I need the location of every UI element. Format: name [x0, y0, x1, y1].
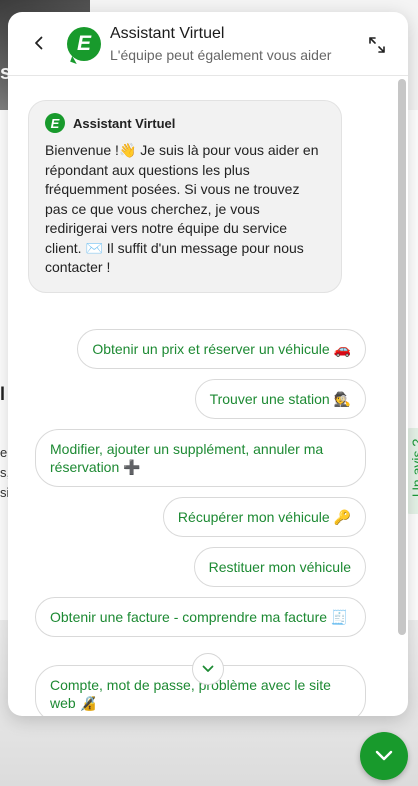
back-button[interactable] — [26, 30, 52, 56]
chat-header: E Assistant Virtuel L'équipe peut égalem… — [8, 12, 408, 76]
choice-button[interactable]: Obtenir un prix et réserver un véhicule … — [77, 329, 366, 369]
bot-avatar: E — [45, 113, 65, 133]
brand-logo-letter: E — [76, 32, 91, 55]
chat-title: Assistant Virtuel — [110, 25, 225, 42]
back-arrow-icon — [35, 36, 43, 50]
scrollbar[interactable] — [398, 79, 406, 635]
background-heading-fragment: l — [0, 384, 6, 404]
chat-toggle-button[interactable] — [360, 732, 408, 780]
chevron-down-icon — [202, 665, 214, 672]
expand-button[interactable] — [366, 34, 388, 56]
choice-button[interactable]: Récupérer mon véhicule 🔑 — [162, 497, 366, 537]
message-sender: Assistant Virtuel — [73, 115, 176, 131]
brand-logo: E — [67, 27, 101, 61]
message-header: E Assistant Virtuel — [45, 113, 325, 133]
chevron-down-icon — [375, 750, 393, 761]
choice-button[interactable]: Trouver une station 🕵️ — [194, 379, 366, 419]
choice-button[interactable]: Modifier, ajouter un supplément, annuler… — [35, 429, 366, 487]
choice-button[interactable]: Obtenir une facture - comprendre ma fact… — [35, 597, 366, 637]
bot-avatar-letter: E — [50, 115, 60, 131]
choice-button[interactable]: Restituer mon véhicule — [193, 547, 366, 587]
message-text: Bienvenue !👋 Je suis là pour vous aider … — [45, 142, 319, 275]
chat-subtitle: L'équipe peut également vous aider — [110, 47, 332, 63]
scroll-down-button[interactable] — [192, 653, 224, 685]
chat-body: E Assistant Virtuel Bienvenue !👋 Je suis… — [8, 77, 408, 716]
background-text-fragment: e — [0, 445, 8, 460]
expand-icon — [369, 37, 385, 53]
feedback-tab-label: Un avis ? — [409, 439, 418, 498]
chat-window: E Assistant Virtuel L'équipe peut égalem… — [8, 12, 408, 716]
bot-message: E Assistant Virtuel Bienvenue !👋 Je suis… — [28, 100, 342, 293]
